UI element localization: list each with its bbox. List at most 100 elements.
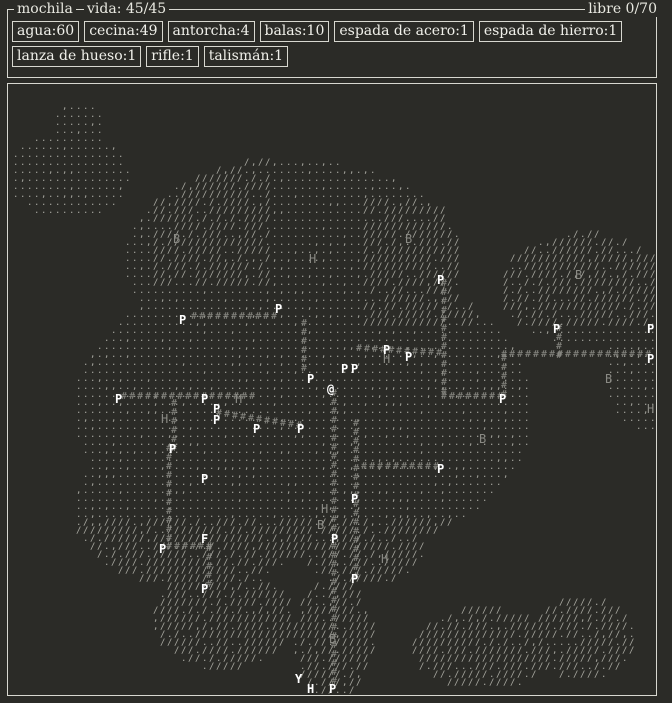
terrain-tile: .	[496, 478, 501, 488]
terrain-tile: .	[76, 430, 81, 440]
waypoint-node-icon[interactable]: P	[437, 273, 444, 287]
terrain-tile: .	[566, 334, 571, 344]
bush-icon[interactable]: B	[329, 632, 336, 646]
tree-icon[interactable]: Y	[295, 672, 303, 686]
inventory-item[interactable]: antorcha:4	[167, 21, 255, 42]
house-icon[interactable]: H	[307, 682, 314, 695]
waypoint-node-icon[interactable]: P	[405, 350, 412, 364]
waypoint-node-icon[interactable]: P	[499, 392, 506, 406]
terrain-tile: .	[55, 206, 60, 216]
road-tile: #	[209, 391, 215, 402]
building-icon[interactable]: H	[321, 502, 328, 516]
waypoint-node-icon[interactable]: P	[115, 392, 122, 406]
waypoint-node-icon[interactable]: P	[351, 362, 358, 376]
waypoint-node-icon[interactable]: P	[437, 462, 444, 476]
terrain-tile: .	[475, 502, 480, 512]
waypoint-node-icon[interactable]: P	[179, 313, 186, 327]
terrain-tile: .	[608, 390, 613, 400]
terrain-tile: .	[279, 558, 284, 568]
building-icon[interactable]: H	[381, 552, 388, 566]
waypoint-node-icon[interactable]: P	[201, 392, 208, 406]
terrain-tile: /	[440, 670, 445, 680]
building-icon[interactable]: H	[383, 352, 390, 366]
bush-icon[interactable]: B	[479, 432, 486, 446]
terrain-tile: .	[265, 566, 270, 576]
bush-icon[interactable]: B	[317, 518, 324, 532]
inventory-item[interactable]: balas:10	[259, 21, 330, 42]
terrain-tile: /	[629, 646, 634, 656]
terrain-tile: .	[461, 510, 466, 520]
waypoint-node-icon[interactable]: P	[341, 362, 348, 376]
inventory-item[interactable]: espada de acero:1	[334, 21, 474, 42]
road-tile: #	[412, 346, 418, 357]
bush-icon[interactable]: B	[173, 232, 180, 246]
waypoint-node-icon[interactable]: P	[647, 352, 654, 366]
terrain-tile: /	[293, 550, 298, 560]
road-tile: #	[489, 391, 495, 402]
terrain-tile: .	[104, 558, 109, 568]
waypoint-node-icon[interactable]: P	[329, 682, 336, 695]
inventory-item[interactable]: espada de hierro:1	[478, 21, 623, 42]
road-tile: #	[199, 311, 205, 322]
waypoint-node-icon[interactable]: P	[351, 492, 358, 506]
terrain-tile: /	[76, 526, 81, 536]
waypoint-node-icon[interactable]: P	[201, 582, 208, 596]
road-tile: #	[223, 311, 229, 322]
bush-icon[interactable]: B	[575, 268, 582, 282]
terrain-tile: /	[237, 662, 242, 672]
terrain-tile: /	[580, 670, 585, 680]
waypoint-node-icon[interactable]: P	[331, 532, 338, 546]
waypoint-node-icon[interactable]: P	[553, 322, 560, 336]
bush-icon[interactable]: B	[405, 232, 412, 246]
building-icon[interactable]: H	[647, 402, 654, 416]
terrain-tile: .	[510, 462, 515, 472]
building-icon[interactable]: H	[235, 392, 242, 406]
waypoint-node-icon[interactable]: P	[275, 302, 282, 316]
waypoint-node-icon[interactable]: P	[169, 442, 176, 456]
terrain-tile: /	[461, 678, 466, 688]
terrain-tile: /	[587, 670, 592, 680]
player-icon[interactable]: @	[327, 382, 334, 396]
terrain-tile: .	[118, 190, 123, 200]
terrain-tile: /	[286, 630, 291, 640]
road-tile: #	[396, 345, 402, 356]
terrain-tile: .	[594, 334, 599, 344]
building-icon[interactable]: H	[309, 252, 316, 266]
road-tile: #	[465, 391, 471, 402]
terrain-tile: /	[244, 654, 249, 664]
inventory-item[interactable]: rifle:1	[146, 46, 199, 67]
terrain-tile: /	[132, 566, 137, 576]
inventory-capacity: libre 0/70	[585, 1, 660, 17]
inventory-item[interactable]: lanza de hueso:1	[12, 46, 142, 67]
terrain-tile: .	[20, 190, 25, 200]
building-icon[interactable]: H	[161, 412, 168, 426]
road-tile: #	[177, 391, 183, 402]
terrain-tile: .	[104, 198, 109, 208]
terrain-tile: ,	[293, 646, 298, 656]
waypoint-node-icon[interactable]: P	[201, 472, 208, 486]
terrain-tile: /	[377, 574, 382, 584]
bush-icon[interactable]: B	[605, 372, 612, 386]
waypoint-node-icon[interactable]: P	[213, 413, 220, 427]
terrain-tile: .	[622, 414, 627, 424]
map-canvas[interactable]: ,................,....,.................…	[8, 84, 656, 695]
terrain-tile: .	[90, 206, 95, 216]
waypoint-node-icon[interactable]: P	[253, 422, 260, 436]
terrain-tile: .	[566, 670, 571, 680]
road-tile: #	[288, 419, 294, 430]
road-tile: #	[272, 417, 278, 428]
waypoint-node-icon[interactable]: P	[647, 322, 654, 336]
inventory-item[interactable]: agua:60	[12, 21, 80, 42]
waypoint-node-icon[interactable]: P	[159, 542, 166, 556]
world-map[interactable]: ,................,....,.................…	[7, 83, 657, 696]
road-tile: #	[190, 541, 196, 552]
waypoint-node-icon[interactable]: P	[297, 422, 304, 436]
waypoint-node-icon[interactable]: P	[351, 572, 358, 586]
inventory-item[interactable]: cecina:49	[84, 21, 163, 42]
farm-icon[interactable]: F	[201, 532, 208, 546]
terrain-tile: /	[265, 646, 270, 656]
terrain-tile: .	[97, 206, 102, 216]
inventory-item[interactable]: talismán:1	[203, 46, 289, 67]
waypoint-node-icon[interactable]: P	[307, 372, 314, 386]
road-tile: #	[420, 347, 426, 358]
